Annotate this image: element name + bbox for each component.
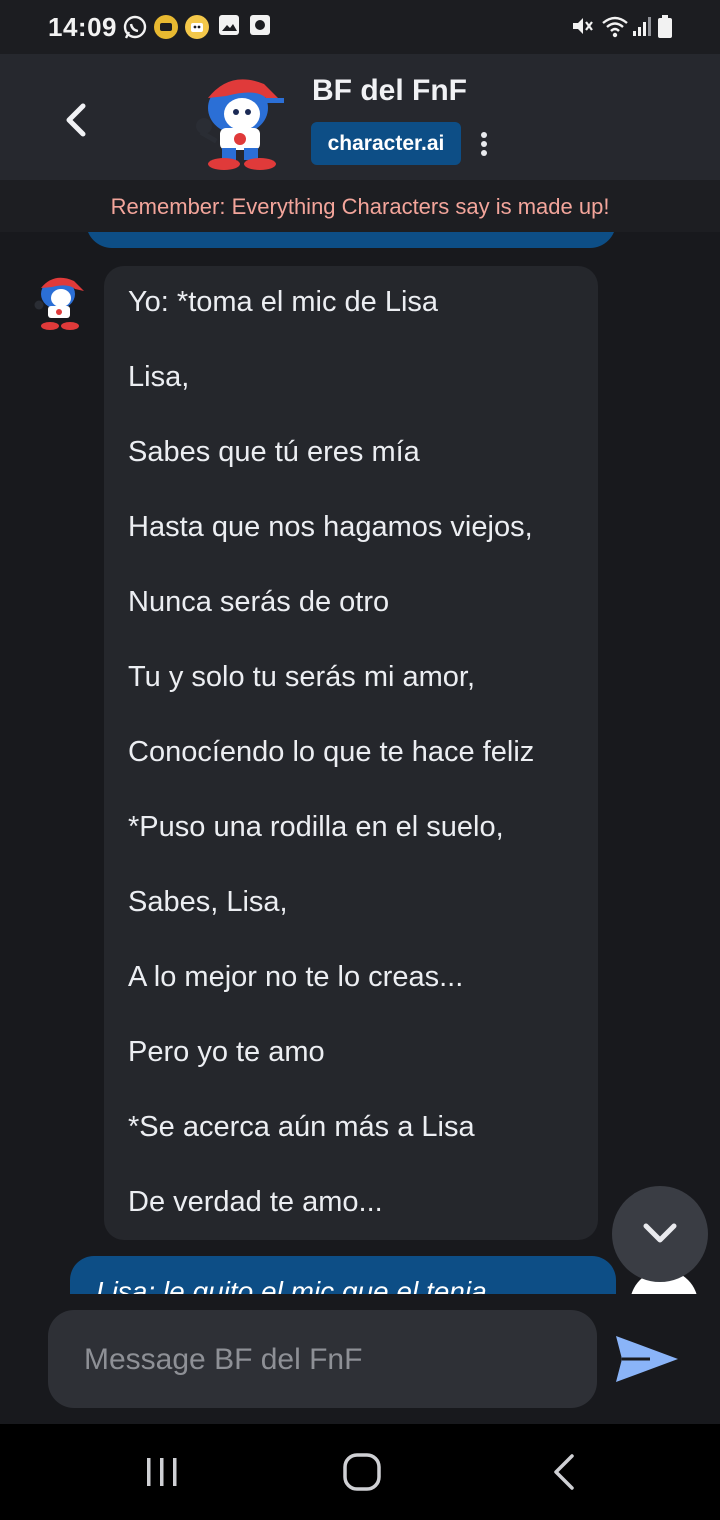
- message-line: Pero yo te amo: [128, 1036, 325, 1068]
- message-line: Yo: *toma el mic de Lisa: [128, 286, 439, 318]
- gallery-icon: [219, 15, 239, 35]
- disclaimer-banner: Remember: Everything Characters say is m…: [0, 180, 720, 232]
- app-icon-yellow: [154, 15, 178, 39]
- system-navigation-bar: [0, 1424, 720, 1520]
- message-line: *Se acerca aún más a Lisa: [128, 1111, 475, 1143]
- message-line: A lo mejor no te lo creas...: [128, 961, 464, 993]
- user-message-bubble[interactable]: Lisa: le quito el mic que el tenia: [70, 1256, 616, 1294]
- mute-icon: [573, 18, 593, 34]
- character-ai-badge[interactable]: character.ai: [311, 122, 461, 165]
- character-name: BF del FnF: [312, 74, 467, 107]
- status-bar: 14:09: [0, 0, 720, 54]
- message-line: Sabes que tú eres mía: [128, 436, 420, 468]
- chevron-left-icon[interactable]: [56, 100, 96, 140]
- wifi-icon: [602, 16, 628, 38]
- screenshot-icon: [250, 15, 270, 35]
- chevron-down-icon: [643, 1223, 677, 1243]
- message-line: Lisa,: [128, 361, 190, 393]
- home-icon[interactable]: [340, 1452, 384, 1492]
- message-line: Hasta que nos hagamos viejos,: [128, 511, 533, 543]
- message-line: Sabes, Lisa,: [128, 886, 288, 918]
- message-line: Tu y solo tu serás mi amor,: [128, 661, 476, 693]
- message-input[interactable]: [82, 1334, 576, 1386]
- back-nav-icon[interactable]: [542, 1452, 586, 1492]
- previous-user-message: [86, 232, 616, 248]
- send-icon[interactable]: [612, 1332, 680, 1386]
- app-icon-smiley: [185, 15, 209, 39]
- whatsapp-icon: [123, 15, 147, 39]
- status-time: 14:09: [48, 12, 117, 42]
- bot-avatar[interactable]: [30, 272, 90, 332]
- scroll-to-bottom-button[interactable]: [612, 1186, 708, 1282]
- character-avatar[interactable]: [186, 68, 296, 172]
- kebab-menu-icon[interactable]: [476, 130, 492, 158]
- battery-icon: [658, 15, 672, 38]
- recent-apps-icon[interactable]: [140, 1452, 184, 1492]
- chat-header: BF del FnF character.ai: [0, 54, 720, 180]
- bot-message-bubble[interactable]: Yo: *toma el mic de Lisa Lisa, Sabes que…: [104, 266, 598, 1240]
- composer-area: [0, 1294, 720, 1424]
- message-line: Nunca serás de otro: [128, 586, 390, 618]
- message-composer: [48, 1310, 597, 1408]
- message-line: Conocíendo lo que te hace feliz: [128, 736, 535, 768]
- signal-icon: [633, 17, 651, 36]
- user-message-text: Lisa: le quito el mic que el tenia: [96, 1276, 487, 1294]
- chat-thread[interactable]: Yo: *toma el mic de Lisa Lisa, Sabes que…: [0, 232, 720, 1294]
- message-line: *Puso una rodilla en el suelo,: [128, 811, 504, 843]
- message-line: De verdad te amo...: [128, 1186, 383, 1218]
